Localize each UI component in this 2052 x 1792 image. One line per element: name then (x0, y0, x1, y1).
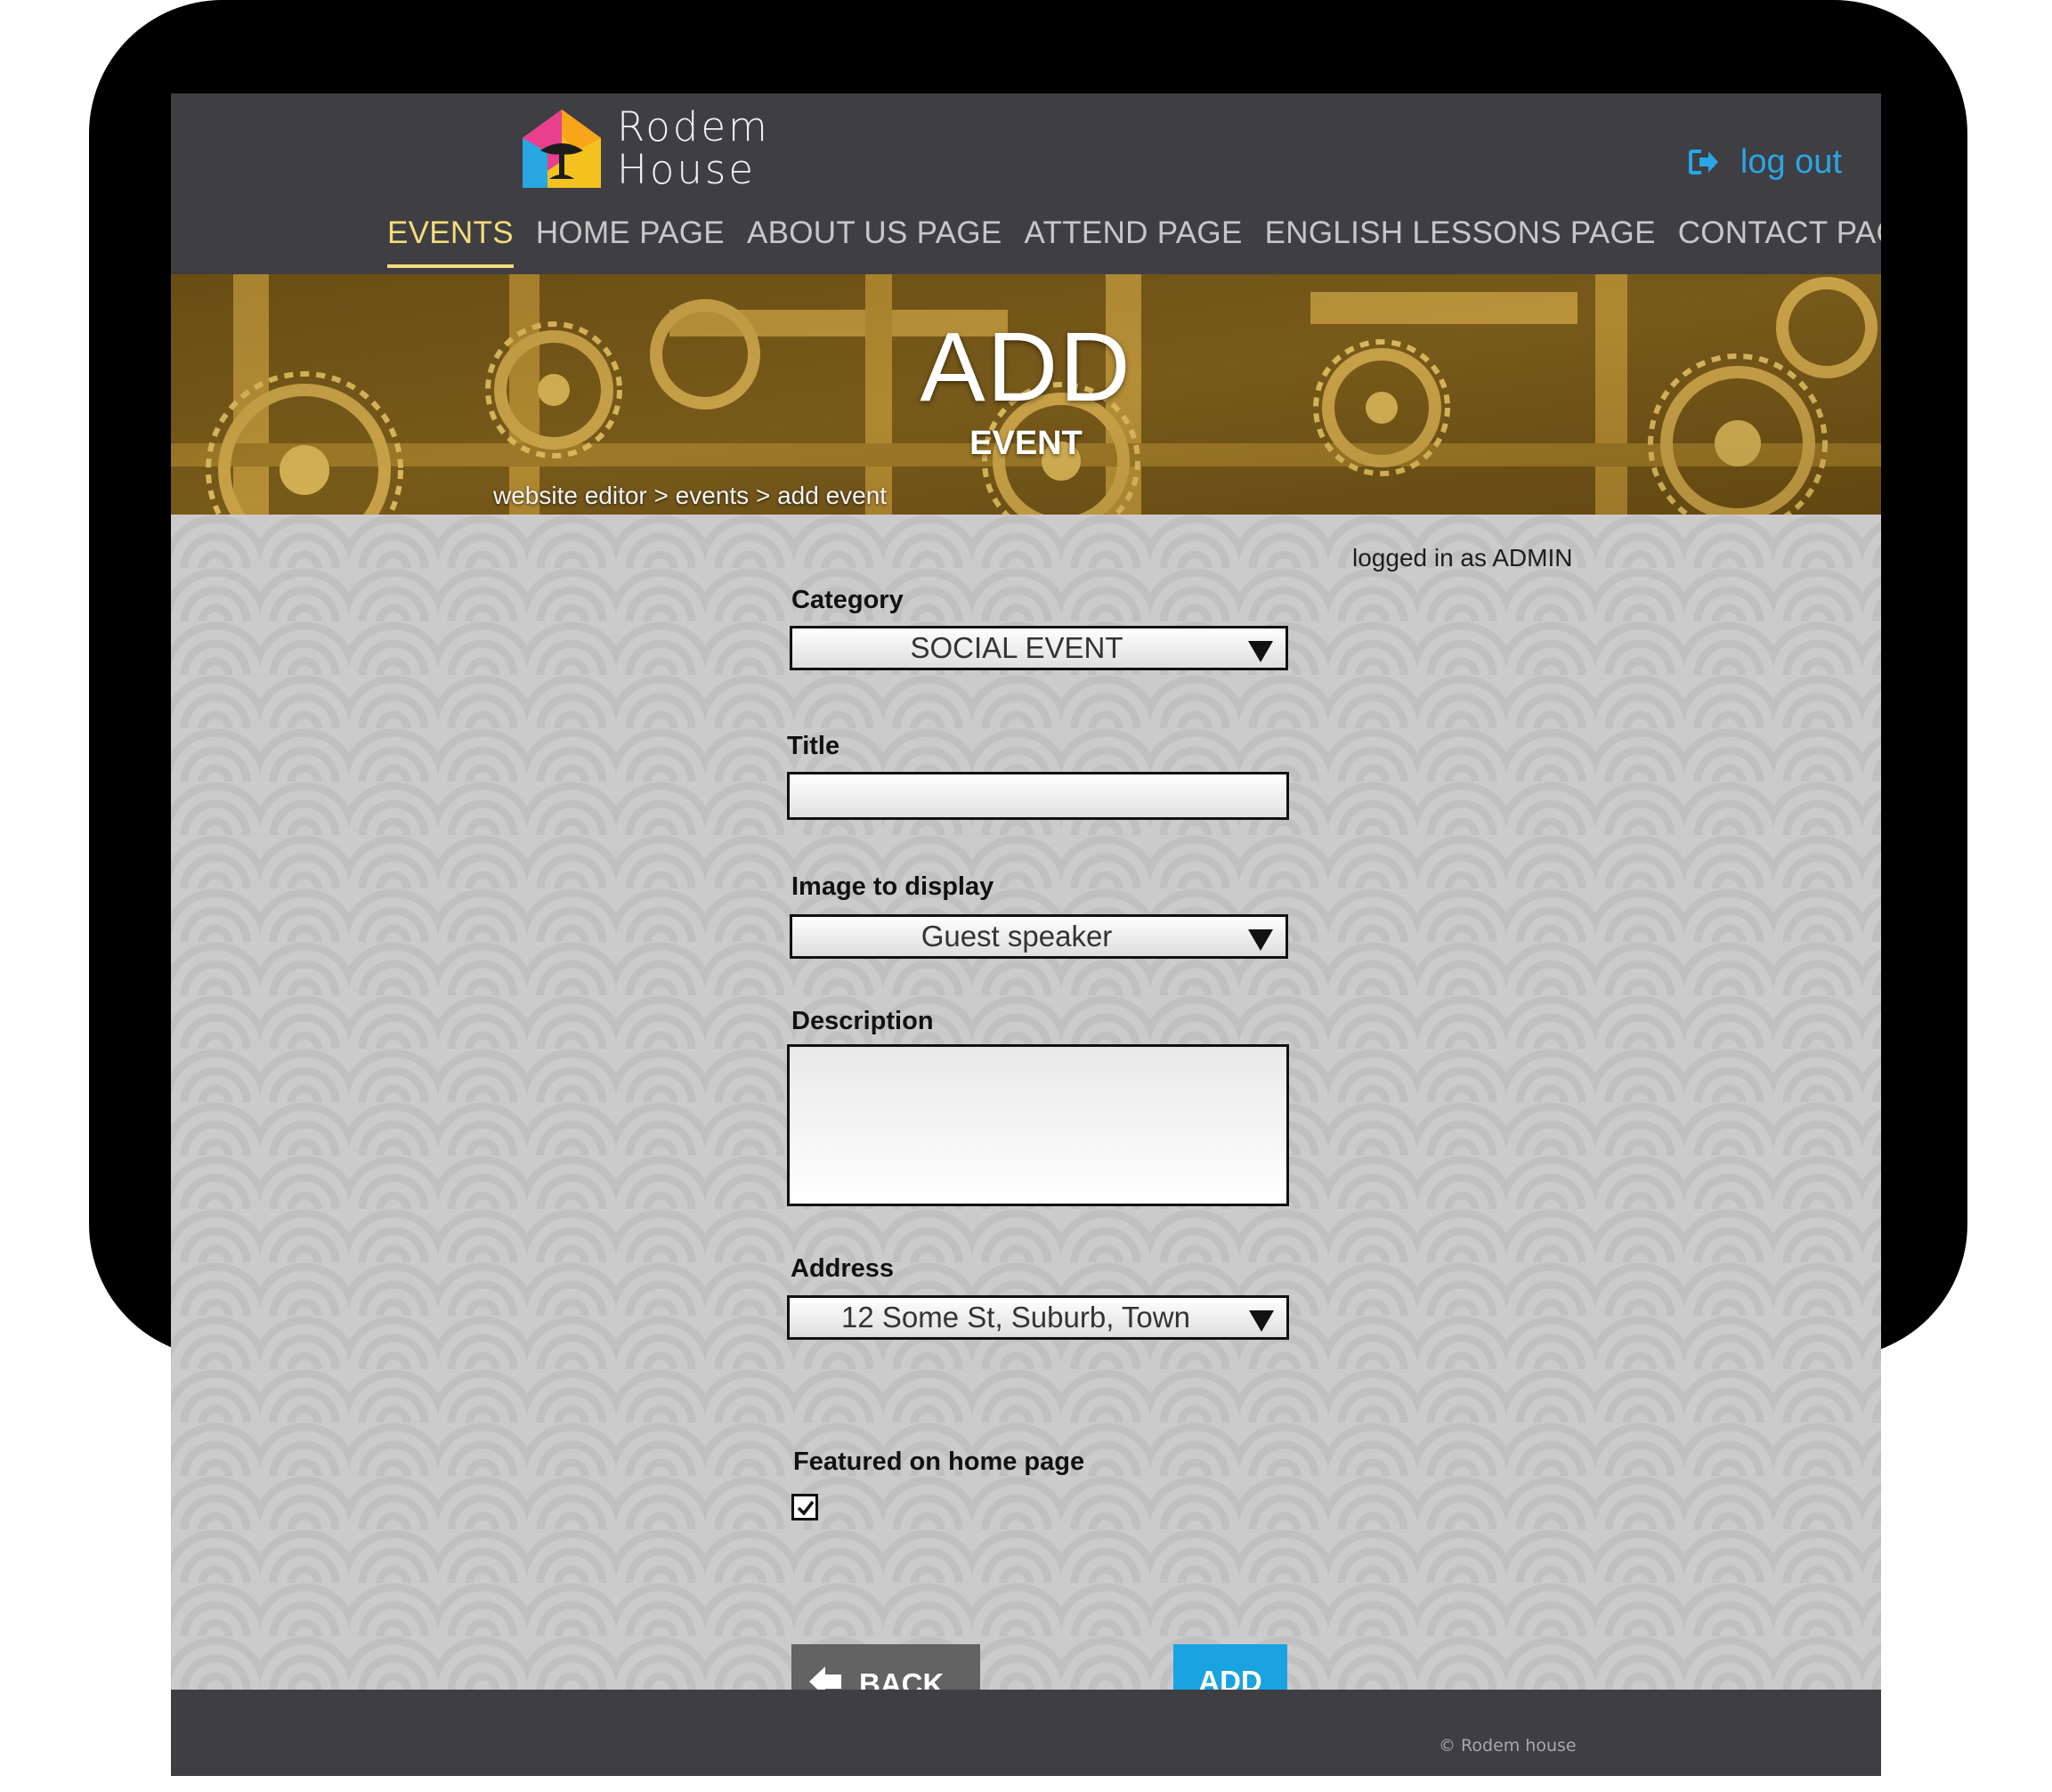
logout-icon (1688, 150, 1718, 174)
nav-item-contact-page[interactable]: CONTACT PAGE (1678, 211, 1881, 268)
add-event-form-area: logged in as ADMIN Category SOCIAL EVENT… (171, 515, 1881, 1726)
chevron-down-icon (1249, 1310, 1274, 1332)
logo-line2: House (617, 146, 757, 193)
image-label: Image to display (791, 872, 994, 901)
page-banner: ADD EVENT website editor > events > add … (171, 274, 1881, 515)
title-label: Title (787, 732, 840, 760)
address-value: 12 Some St, Suburb, Town (841, 1301, 1190, 1334)
logged-in-status: logged in as ADMIN (1352, 544, 1573, 572)
logout-label: log out (1740, 142, 1842, 181)
chevron-down-icon (1248, 929, 1273, 951)
description-textarea[interactable] (787, 1044, 1289, 1206)
address-select[interactable]: 12 Some St, Suburb, Town (787, 1295, 1289, 1340)
featured-label: Featured on home page (793, 1447, 1085, 1476)
checkmark-icon (797, 1500, 815, 1516)
nav-item-about-us-page[interactable]: ABOUT US PAGE (747, 211, 1002, 268)
image-value: Guest speaker (921, 920, 1113, 953)
category-select[interactable]: SOCIAL EVENT (790, 626, 1288, 670)
nav-item-attend-page[interactable]: ATTEND PAGE (1025, 211, 1243, 268)
site-header: Rodem House log out EVENTS HOME PAGE ABO… (171, 93, 1881, 274)
address-label: Address (791, 1254, 895, 1283)
description-label: Description (791, 1007, 934, 1035)
category-value: SOCIAL EVENT (910, 631, 1123, 664)
logo[interactable]: Rodem House (521, 104, 779, 193)
image-select[interactable]: Guest speaker (790, 914, 1288, 959)
copyright-text: © Rodem house (1439, 1736, 1577, 1756)
nav-item-events[interactable]: EVENTS (387, 211, 514, 268)
nav-item-home-page[interactable]: HOME PAGE (536, 211, 725, 268)
logout-link[interactable]: log out (1688, 140, 1842, 184)
category-label: Category (791, 586, 904, 614)
logo-house-icon (523, 109, 601, 188)
page-subtitle: EVENT (969, 425, 1083, 462)
featured-checkbox[interactable] (791, 1494, 818, 1520)
nav-item-english-lessons-page[interactable]: ENGLISH LESSONS PAGE (1265, 211, 1656, 268)
logo-text: Rodem House (617, 106, 770, 191)
main-nav: EVENTS HOME PAGE ABOUT US PAGE ATTEND PA… (387, 211, 1881, 268)
logo-line1: Rodem (617, 103, 770, 150)
breadcrumb[interactable]: website editor > events > add event (493, 482, 887, 510)
site-footer: © Rodem house (171, 1690, 1881, 1776)
title-input[interactable] (787, 772, 1289, 820)
page-title: ADD (920, 312, 1132, 422)
chevron-down-icon (1248, 641, 1273, 662)
browser-screen: Rodem House log out EVENTS HOME PAGE ABO… (171, 93, 1881, 1776)
